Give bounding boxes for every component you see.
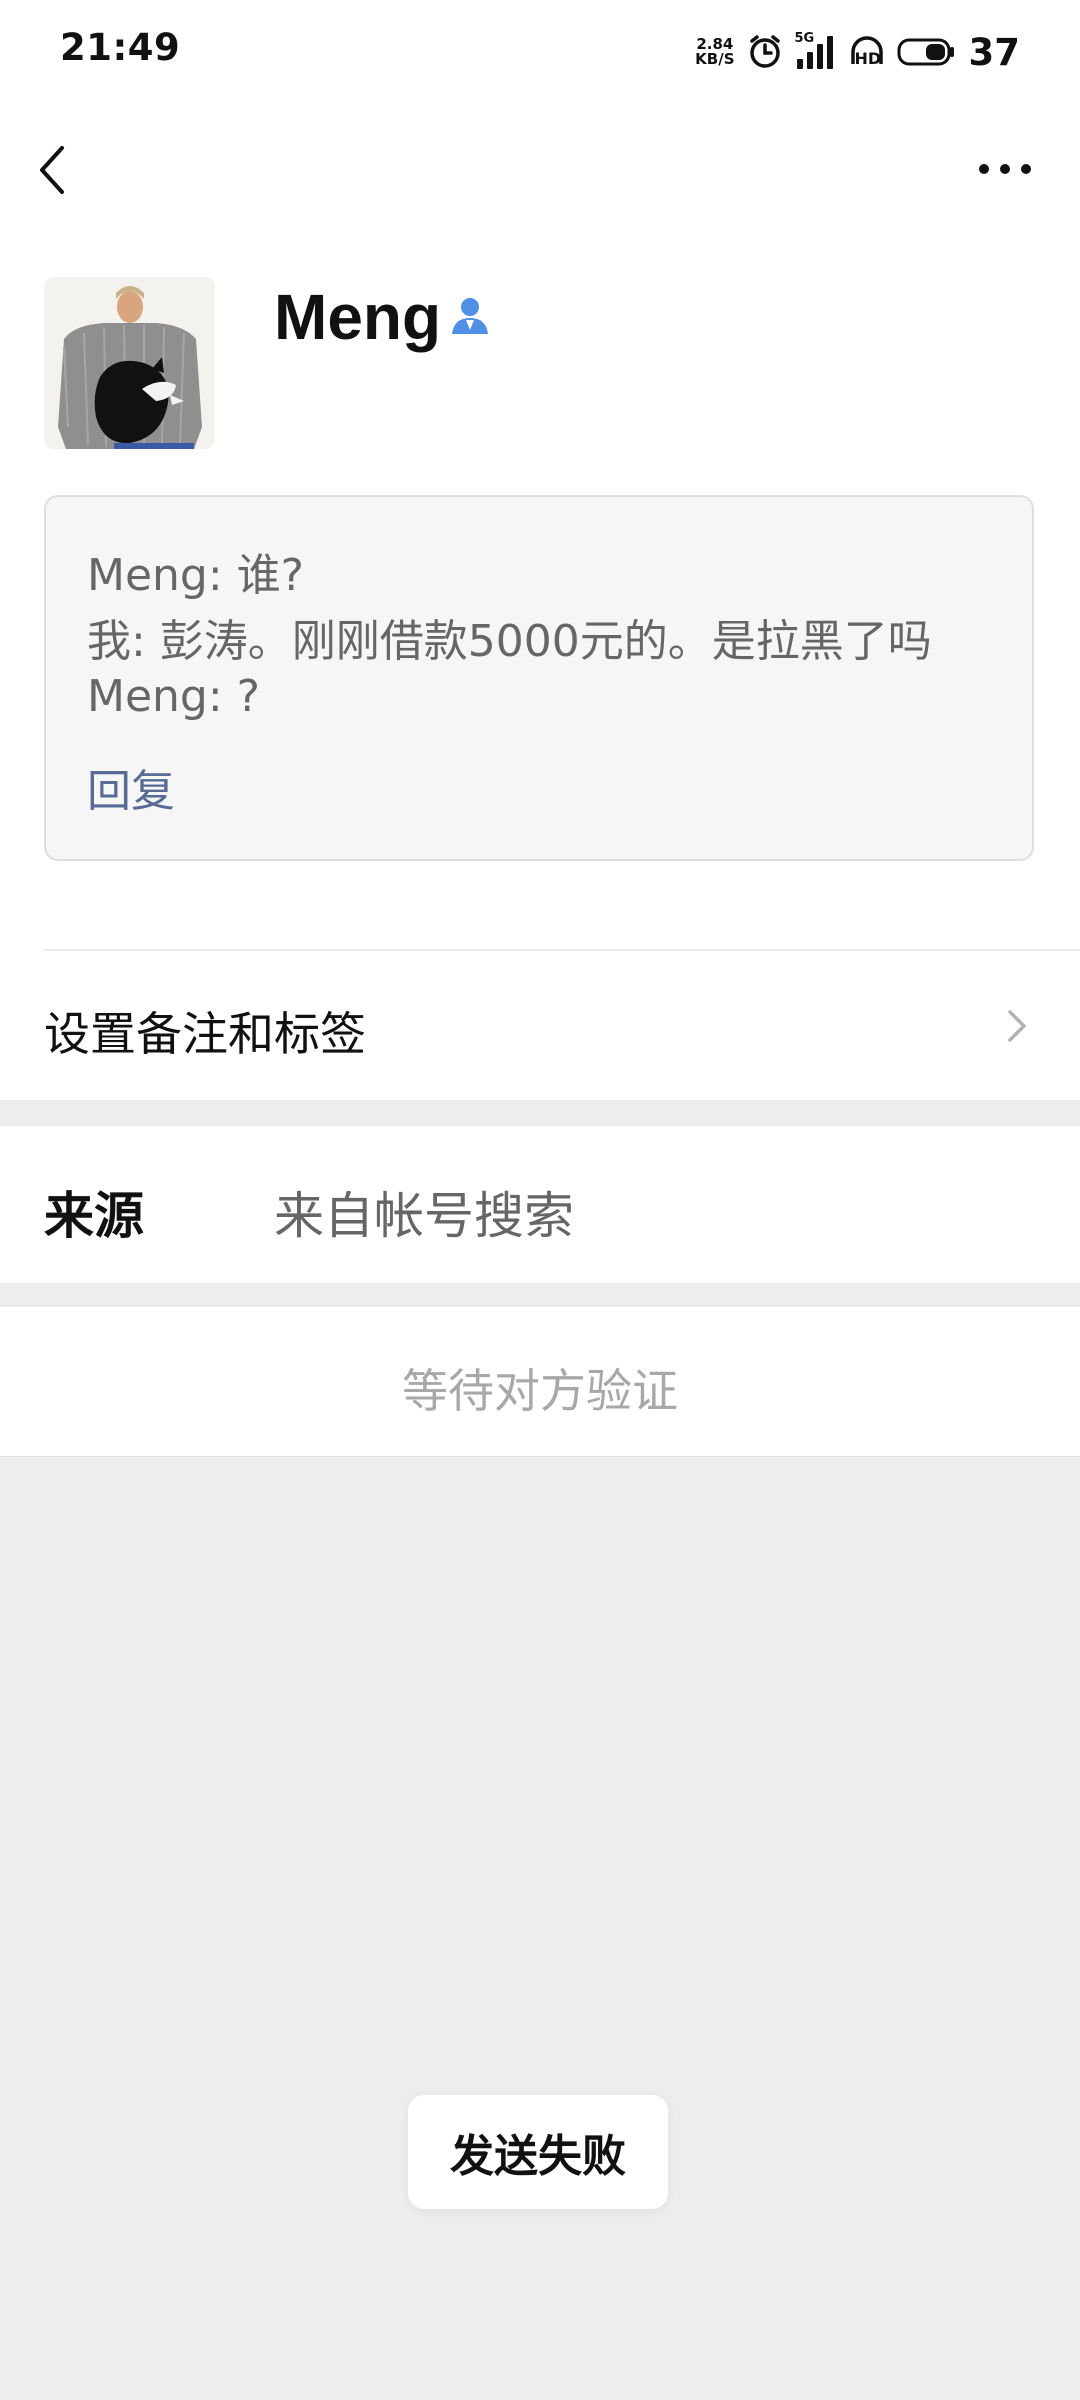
source-row: 来源 来自帐号搜索 [0, 1126, 1080, 1283]
send-failed-toast: 发送失败 [408, 2095, 668, 2209]
contact-person-icon [446, 292, 494, 340]
greeting-messages-box: Meng: 谁? 我: 彭涛。刚刚借款5000元的。是拉黑了吗 Meng: ? … [44, 495, 1034, 861]
verification-status-row: 等待对方验证 [0, 1307, 1080, 1457]
avatar[interactable] [44, 277, 215, 449]
message-line: Meng: 谁? [87, 550, 305, 601]
profile-name: Meng [274, 281, 442, 353]
message-line: 我: 彭涛。刚刚借款5000元的。是拉黑了吗 [87, 616, 932, 667]
remark-and-tags-row[interactable]: 设置备注和标签 [0, 952, 1080, 1100]
back-button[interactable] [26, 130, 86, 210]
source-value: 来自帐号搜索 [274, 1187, 574, 1245]
divider [44, 949, 1080, 951]
hd-icon: HD [849, 34, 885, 70]
toast-message: 发送失败 [450, 2131, 626, 2182]
remark-and-tags-label: 设置备注和标签 [44, 1007, 366, 1061]
more-button[interactable] [970, 140, 1040, 200]
verification-status-label: 等待对方验证 [402, 1364, 678, 1418]
net-speed-indicator: 2.84 KB/S [695, 37, 734, 67]
reply-link[interactable]: 回复 [87, 755, 175, 819]
more-dots-icon [979, 164, 1031, 174]
hd-label: HD [854, 49, 882, 68]
battery-icon [897, 37, 955, 67]
avatar-image [44, 277, 215, 449]
battery-level: 37 [968, 30, 1021, 74]
signal-label: 5G [794, 31, 815, 46]
net-speed-unit: KB/S [695, 50, 735, 68]
chevron-right-icon [1008, 1010, 1026, 1042]
status-time: 21:49 [60, 26, 181, 69]
status-icons: 2.84 KB/S 5G HD 37 [695, 28, 1020, 76]
message-line: Meng: ? [87, 671, 261, 722]
chevron-left-icon [40, 146, 64, 194]
alarm-icon [747, 34, 783, 70]
source-key: 来源 [44, 1187, 144, 1245]
signal-icon: 5G [794, 31, 837, 71]
status-bar: 21:49 2.84 KB/S 5G HD 37 [0, 0, 1080, 104]
